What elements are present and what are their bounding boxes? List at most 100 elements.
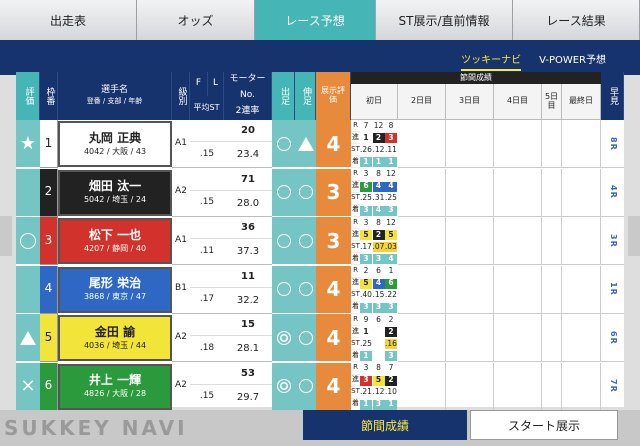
- result-cell: 3: [360, 302, 372, 313]
- lane-number: 4: [40, 265, 58, 314]
- tab-race-prediction[interactable]: レース予想: [255, 0, 376, 40]
- racer-table: 評価 枠番 選手名 登番 / 支部 / 年齢 級別 F L 平均ST モーター No. 2連率 出足伸…: [16, 72, 624, 411]
- result-cell: .03: [385, 241, 397, 252]
- lane-number: 2: [40, 168, 58, 217]
- l-count: [208, 314, 224, 336]
- racer-card: 丸岡 正典 4042 / 大阪 / 43: [58, 121, 172, 167]
- row-label: ST: [351, 289, 360, 302]
- result-cell: .07: [372, 241, 385, 252]
- nobi-header: 伸足: [295, 72, 316, 120]
- result-cell: 8: [385, 121, 397, 131]
- result-cell: 12: [385, 169, 397, 180]
- result-cell: 3: [360, 363, 372, 374]
- start-eval: [272, 217, 295, 265]
- racer-card: 松下 一也 4207 / 静岡 / 40: [58, 218, 172, 264]
- empty-day: [494, 217, 542, 265]
- scroll-right-handle[interactable]: [628, 216, 640, 256]
- tab-tsukkii-navi[interactable]: ツッキーナビ: [461, 51, 522, 71]
- motor-no: 36: [224, 217, 272, 239]
- avg-st: .18: [190, 336, 224, 362]
- racer-name: 畑田 汰一: [88, 179, 142, 193]
- start-eval: [272, 120, 295, 168]
- pred-link: 7R: [601, 363, 624, 411]
- tab-race-results[interactable]: レース結果: [513, 0, 640, 40]
- exhibit-eval: 4: [316, 362, 351, 411]
- pred-race[interactable]: 7R: [608, 379, 618, 393]
- eval-mark: ×: [16, 362, 40, 411]
- row-label: 着: [351, 156, 360, 168]
- day-header-0: 初日: [351, 84, 398, 120]
- motor-rate: 32.2: [224, 288, 272, 314]
- empty-day: [398, 168, 446, 217]
- nobi-eval: [295, 265, 316, 314]
- pred-race[interactable]: 3R: [608, 234, 618, 248]
- motor-rate: 28.0: [224, 191, 272, 217]
- result-cell: 3: [372, 399, 385, 410]
- empty-day: [446, 168, 494, 217]
- tab-st-exhibit[interactable]: ST展示/直前情報: [376, 0, 513, 40]
- racer-info: 4036 / 埼玉 / 44: [83, 340, 147, 350]
- pred-race[interactable]: 8R: [608, 137, 618, 151]
- lane-number: 6: [40, 362, 58, 411]
- session-results-button[interactable]: 節間成績: [303, 410, 467, 440]
- empty-day: [446, 265, 494, 314]
- empty-day: [562, 265, 601, 314]
- result-cell: 6: [372, 315, 385, 325]
- racer-info: 5042 / 埼玉 / 24: [83, 195, 147, 205]
- motor-rate: 37.3: [224, 239, 272, 265]
- result-cell: 4: [372, 181, 385, 192]
- result-cell: .15: [372, 290, 385, 301]
- pred-link: 1R: [601, 266, 624, 314]
- result-cell: .22: [385, 290, 397, 301]
- tab-entries[interactable]: 出走表: [0, 0, 137, 40]
- row-label: 進: [351, 132, 360, 144]
- empty-day: [398, 314, 446, 362]
- l-count: [208, 120, 224, 142]
- result-cell: 1: [360, 133, 372, 143]
- result-cell: 1: [360, 399, 372, 410]
- result-cell: 3: [385, 133, 397, 143]
- result-cell: 6: [372, 266, 385, 277]
- circle-icon: [298, 233, 313, 248]
- f-count: [190, 314, 208, 336]
- result-cell: 4: [372, 205, 385, 216]
- racer-info: 4826 / 大阪 / 28: [83, 389, 147, 399]
- row-label: R: [351, 120, 360, 132]
- nobi-eval: [295, 217, 316, 265]
- row-label: 進: [351, 374, 360, 387]
- nobi-eval: [295, 314, 316, 362]
- exhibit-eval: 4: [316, 265, 351, 314]
- result-cell: 2: [385, 327, 397, 337]
- triangle-icon: [20, 330, 36, 345]
- empty-day: [542, 314, 562, 362]
- start-exhibit-button[interactable]: スタート展示: [470, 410, 618, 440]
- tab-odds[interactable]: オッズ: [137, 0, 255, 40]
- motor-rate: 29.7: [224, 385, 272, 411]
- scroll-left-handle[interactable]: [0, 216, 12, 256]
- sub-navigation-bar: ツッキーナビ V-POWER予想: [0, 40, 640, 75]
- tab-vpower-prediction[interactable]: V-POWER予想: [539, 51, 606, 71]
- racer-info: 4207 / 静岡 / 40: [83, 243, 147, 253]
- f-count: [190, 363, 208, 385]
- nobi-eval: [295, 362, 316, 411]
- row-label: ST: [351, 338, 360, 350]
- pred-race[interactable]: 1R: [608, 282, 618, 296]
- empty-day: [398, 362, 446, 411]
- result-cell: .40: [360, 290, 372, 301]
- start-eval: [272, 362, 295, 411]
- result-cell: .25: [385, 193, 397, 204]
- row-label: 着: [351, 204, 360, 217]
- exhibit-eval: 4: [316, 314, 351, 362]
- result-cell: 3: [360, 254, 372, 264]
- pred-race[interactable]: 4R: [608, 185, 618, 199]
- l-count: [208, 169, 224, 191]
- motor-no: 53: [224, 363, 272, 385]
- racer-class: A2: [172, 169, 190, 217]
- empty-day: [494, 120, 542, 168]
- result-cell: .10: [385, 387, 397, 398]
- pred-link: 6R: [601, 314, 624, 362]
- empty-day: [542, 217, 562, 265]
- pred-race[interactable]: 6R: [608, 331, 618, 345]
- lane-number: 5: [40, 314, 58, 362]
- result-cell: 4: [372, 278, 385, 289]
